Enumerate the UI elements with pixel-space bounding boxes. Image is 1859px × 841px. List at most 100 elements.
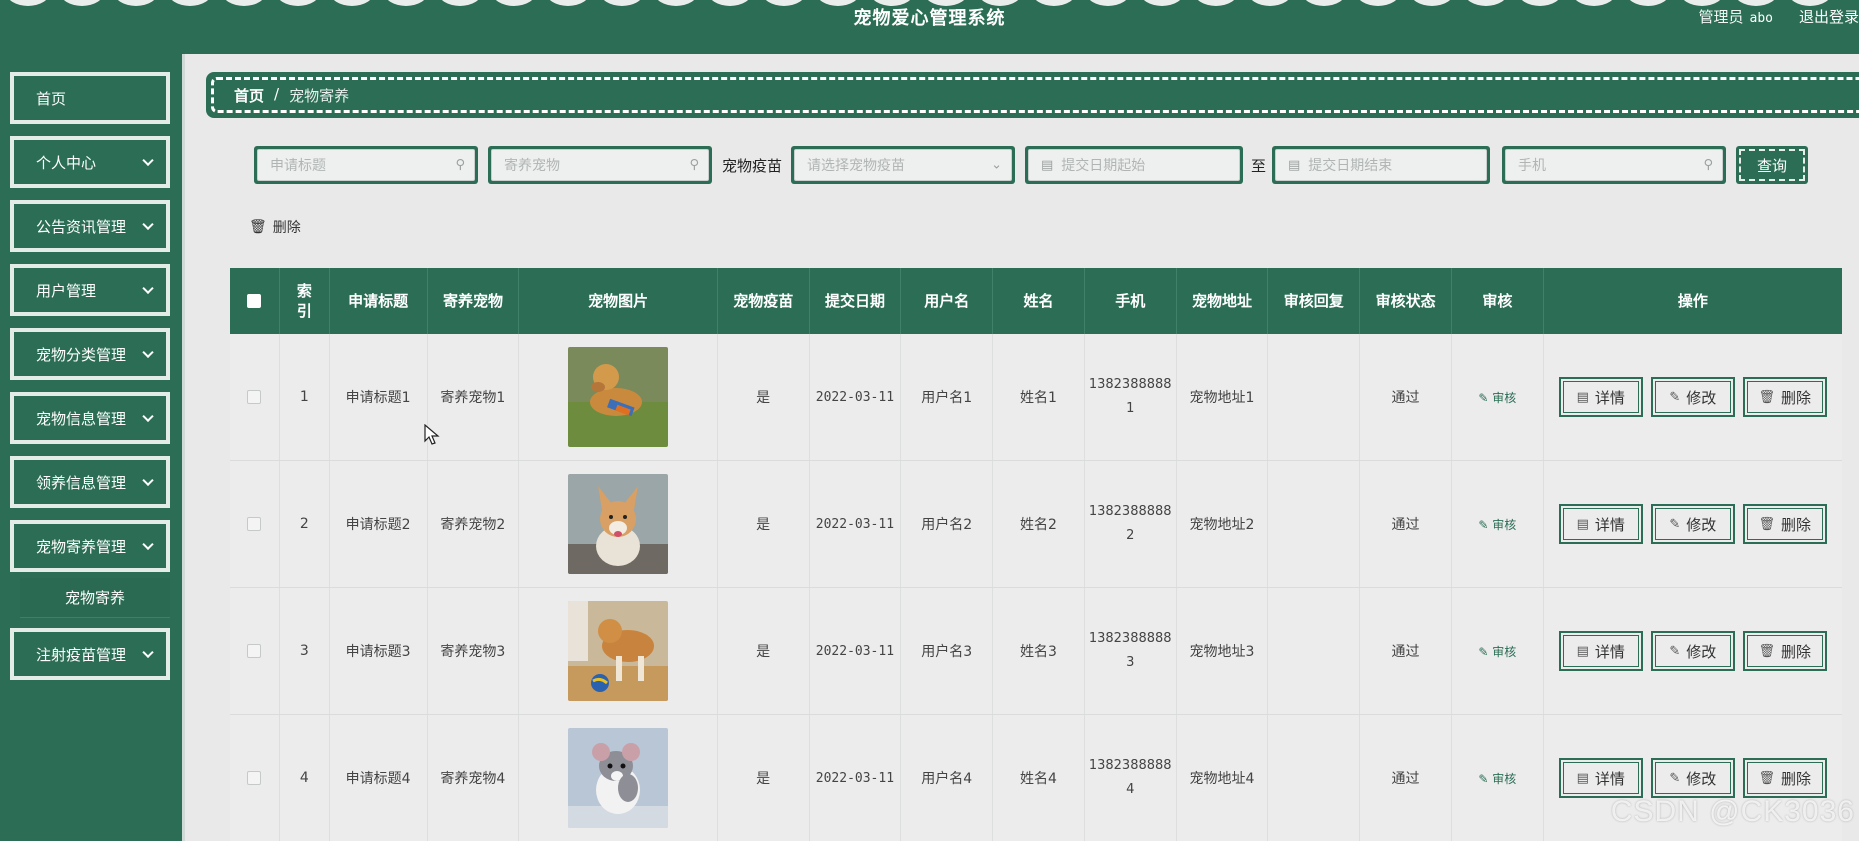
cell-vaccine: 是 — [718, 588, 810, 714]
sidebar-item-pet-category[interactable]: 宠物分类管理 — [10, 328, 170, 380]
edit-icon: ✎ — [1478, 517, 1489, 532]
cell-reply — [1268, 588, 1361, 714]
cell-address: 宠物地址4 — [1177, 715, 1269, 841]
edit-button[interactable]: ✎ 修改 — [1650, 758, 1735, 798]
cell-date: 2022-03-11 — [810, 588, 902, 714]
col-vaccine: 宠物疫苗 — [718, 268, 810, 334]
audit-link[interactable]: ✎ 审核 — [1478, 516, 1516, 533]
query-button[interactable]: 查询 — [1736, 146, 1808, 184]
vaccine-label: 宠物疫苗 — [722, 157, 783, 175]
col-phone: 手机 — [1085, 268, 1177, 334]
pet-search-input[interactable]: 寄养宠物 ⚲ — [491, 149, 709, 181]
sidebar-item-vaccine[interactable]: 注射疫苗管理 — [10, 628, 170, 680]
cell-title: 申请标题1 — [330, 334, 428, 460]
cell-vaccine: 是 — [718, 715, 810, 841]
phone-search-input[interactable]: 手机 ⚲ — [1505, 149, 1723, 181]
sidebar-item-foster[interactable]: 宠物寄养管理 — [10, 520, 170, 572]
select-all-cell — [230, 268, 280, 334]
audit-link[interactable]: ✎ 审核 — [1478, 643, 1516, 660]
sidebar-item-pet-info[interactable]: 宠物信息管理 — [10, 392, 170, 444]
cell-status: 通过 — [1360, 588, 1452, 714]
cell-image — [519, 334, 718, 460]
sidebar-item-label: 领养信息管理 — [36, 473, 127, 492]
title-search-input[interactable]: 申请标题 ⚲ — [257, 149, 475, 181]
cell-index: 4 — [280, 715, 330, 841]
cell-image — [519, 461, 718, 587]
edit-icon: ✎ — [1478, 771, 1489, 786]
table-row: 2 申请标题2 寄养宠物2 是 2022-03-11 用户名2 姓名2 1382… — [230, 461, 1842, 588]
detail-button[interactable]: ▤ 详情 — [1558, 504, 1643, 544]
sidebar-item-adoption[interactable]: 领养信息管理 — [10, 456, 170, 508]
cell-phone: 1382388888 3 — [1085, 588, 1177, 714]
audit-link[interactable]: ✎ 审核 — [1478, 770, 1516, 787]
edit-button[interactable]: ✎ 修改 — [1650, 504, 1735, 544]
cell-audit: ✎ 审核 — [1452, 334, 1544, 460]
edit-button[interactable]: ✎ 修改 — [1650, 631, 1735, 671]
row-checkbox[interactable] — [247, 390, 262, 404]
pet-image-corgi — [568, 474, 669, 574]
cell-audit: ✎ 审核 — [1452, 588, 1544, 714]
batch-delete-button[interactable]: 🗑 删除 — [249, 217, 301, 237]
title-search-field: 申请标题 ⚲ — [254, 146, 478, 184]
username: abo — [1749, 11, 1773, 26]
sidebar-item-news[interactable]: 公告资讯管理 — [10, 200, 170, 252]
sidebar-item-label: 个人中心 — [36, 153, 97, 172]
delete-button[interactable]: 🗑 删除 — [1742, 631, 1827, 671]
cell-index: 1 — [280, 334, 330, 460]
cell-date: 2022-03-11 — [810, 461, 902, 587]
col-index: 索引 — [280, 268, 330, 334]
date-start-input[interactable]: ▤ 提交日期起始 — [1028, 149, 1240, 181]
cell-pet: 寄养宠物4 — [428, 715, 520, 841]
document-icon: ▤ — [1576, 389, 1589, 405]
sidebar-item-label: 宠物分类管理 — [36, 345, 127, 364]
delete-button[interactable]: 🗑 删除 — [1742, 758, 1827, 798]
row-checkbox[interactable] — [247, 644, 262, 658]
cell-username: 用户名2 — [901, 461, 994, 587]
breadcrumb-home[interactable]: 首页 — [234, 85, 264, 106]
breadcrumb: 首页 / 宠物寄养 — [206, 72, 1859, 118]
cell-actions: ▤ 详情 ✎ 修改 🗑 删除 — [1544, 588, 1842, 714]
delete-button[interactable]: 🗑 删除 — [1742, 504, 1827, 544]
search-icon: ⚲ — [455, 157, 465, 173]
date-end-input[interactable]: ▤ 提交日期结束 — [1275, 149, 1487, 181]
cell-date: 2022-03-11 — [810, 334, 902, 460]
chevron-down-icon — [142, 646, 154, 659]
cell-username: 用户名4 — [901, 715, 994, 841]
sidebar-item-personal[interactable]: 个人中心 — [10, 136, 170, 188]
cell-audit: ✎ 审核 — [1452, 715, 1544, 841]
breadcrumb-current: 宠物寄养 — [289, 87, 350, 105]
edit-icon: ✎ — [1669, 770, 1681, 786]
edit-button[interactable]: ✎ 修改 — [1650, 377, 1735, 417]
delete-button[interactable]: 🗑 删除 — [1742, 377, 1827, 417]
cell-address: 宠物地址3 — [1177, 588, 1269, 714]
edit-icon: ✎ — [1669, 643, 1681, 659]
chevron-down-icon — [142, 410, 154, 423]
sidebar-subitem-foster[interactable]: 宠物寄养 — [20, 578, 170, 618]
cell-title: 申请标题4 — [330, 715, 428, 841]
sidebar-item-home[interactable]: 首页 — [10, 72, 170, 124]
edit-icon: ✎ — [1669, 389, 1681, 405]
detail-button[interactable]: ▤ 详情 — [1558, 758, 1643, 798]
cell-date: 2022-03-11 — [810, 715, 902, 841]
trash-icon: 🗑 — [1758, 389, 1776, 405]
cell-pet: 寄养宠物1 — [428, 334, 520, 460]
detail-button[interactable]: ▤ 详情 — [1558, 631, 1643, 671]
cell-address: 宠物地址2 — [1177, 461, 1269, 587]
sidebar-item-users[interactable]: 用户管理 — [10, 264, 170, 316]
search-icon: ⚲ — [1703, 157, 1713, 173]
logout-link[interactable]: 退出登录 — [1799, 6, 1859, 27]
row-checkbox[interactable] — [247, 771, 262, 785]
sidebar-item-label: 公告资讯管理 — [36, 217, 127, 236]
cell-index: 2 — [280, 461, 330, 587]
select-all-checkbox[interactable] — [247, 294, 262, 308]
cell-username: 用户名3 — [901, 588, 994, 714]
col-title: 申请标题 — [330, 268, 428, 334]
cell-status: 通过 — [1360, 715, 1452, 841]
audit-link[interactable]: ✎ 审核 — [1478, 389, 1516, 406]
chevron-down-icon — [142, 538, 154, 551]
vaccine-select[interactable]: 请选择宠物疫苗 ⌄ — [794, 149, 1012, 181]
row-checkbox[interactable] — [247, 517, 262, 531]
edit-icon: ✎ — [1478, 390, 1489, 405]
detail-button[interactable]: ▤ 详情 — [1558, 377, 1643, 417]
admin-info: 管理员 abo — [1698, 6, 1773, 27]
